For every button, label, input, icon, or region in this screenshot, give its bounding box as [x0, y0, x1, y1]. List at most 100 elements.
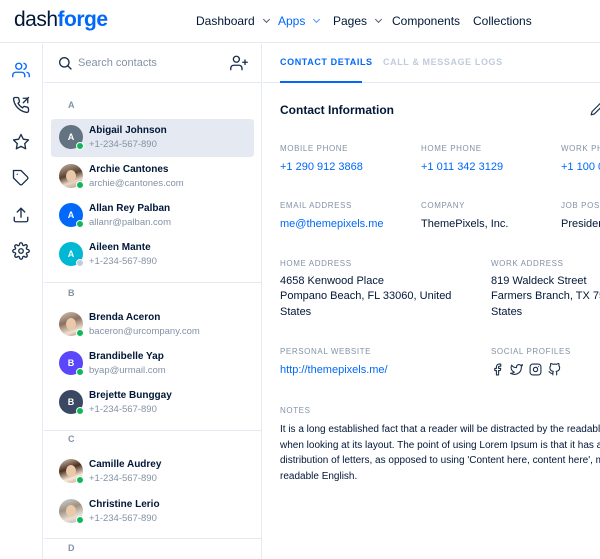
contact-details-panel: CONTACT DETAILS CALL & MESSAGE LOGS Cont…: [263, 44, 600, 559]
top-navbar: dashforge Dashboard Apps Pages Component…: [0, 0, 600, 43]
contact-item[interactable]: B Brandibelle Yap byap@urmail.com: [51, 345, 254, 383]
status-online-indicator: [76, 220, 84, 228]
status-online-indicator: [76, 516, 84, 524]
brand-logo-part1: dash: [14, 8, 58, 31]
facebook-icon[interactable]: [491, 363, 504, 376]
contact-list-panel: A A Abigail Johnson +1-234-567-890 Archi…: [44, 44, 262, 559]
search-input[interactable]: [78, 53, 218, 73]
brand-logo[interactable]: dashforge: [14, 8, 108, 32]
notes-line: distribution of letters, as opposed to u…: [280, 455, 600, 466]
contact-name: Abigail Johnson: [89, 125, 167, 136]
chevron-down-icon: [313, 15, 321, 24]
contact-detail: archie@cantones.com: [89, 178, 184, 189]
social-links: [491, 362, 561, 376]
twitter-icon[interactable]: [510, 363, 523, 376]
tag-icon[interactable]: [12, 169, 30, 187]
nav-pages-label: Pages: [333, 14, 368, 28]
nav-dashboard[interactable]: Dashboard: [196, 14, 270, 28]
divider: [44, 282, 261, 283]
edit-icon[interactable]: [590, 102, 600, 116]
contact-name: Brejette Bunggay: [89, 390, 172, 401]
status-online-indicator: [76, 476, 84, 484]
social-profiles-label: SOCIAL PROFILES: [491, 347, 571, 356]
contact-item[interactable]: A Aileen Mante +1-234-567-890: [51, 236, 254, 274]
work-address-label: WORK ADDRESS: [491, 259, 564, 268]
contact-name: Aileen Mante: [89, 242, 151, 253]
nav-apps[interactable]: Apps: [278, 14, 321, 28]
work-address-line3: States: [491, 306, 523, 318]
nav-components[interactable]: Components: [392, 14, 460, 28]
home-address-line3: States: [280, 306, 312, 318]
contact-detail: +1-234-567-890: [89, 404, 157, 415]
notes-line: It is a long established fact that a rea…: [280, 424, 600, 435]
contact-item[interactable]: Christine Lerio +1-234-567-890: [51, 493, 254, 531]
tab-call-message-logs[interactable]: CALL & MESSAGE LOGS: [383, 57, 503, 67]
nav-collections[interactable]: Collections: [473, 14, 532, 28]
status-online-indicator: [76, 407, 84, 415]
contact-item[interactable]: Archie Cantones archie@cantones.com: [51, 158, 254, 196]
email-label: EMAIL ADDRESS: [280, 201, 352, 210]
brand-logo-part2: forge: [57, 8, 109, 31]
job-position-value: Presiden: [561, 218, 600, 230]
section-title: Contact Information: [280, 103, 394, 117]
user-plus-icon[interactable]: [230, 54, 248, 72]
icon-sidebar: [0, 44, 43, 559]
home-phone-value[interactable]: +1 011 342 3129: [421, 160, 503, 176]
nav-dashboard-label: Dashboard: [196, 14, 255, 28]
contact-item[interactable]: Brenda Aceron baceron@urcompany.com: [51, 306, 254, 344]
work-phone-value[interactable]: +1 100 0: [561, 160, 600, 176]
home-address-line1: 4658 Kenwood Place: [280, 275, 384, 287]
home-address-label: HOME ADDRESS: [280, 259, 352, 268]
upload-icon[interactable]: [12, 206, 30, 224]
email-value[interactable]: me@themepixels.me: [280, 217, 383, 233]
chevron-down-icon: [262, 15, 270, 24]
search-bar: [44, 44, 261, 83]
contact-item[interactable]: A Allan Rey Palban allanr@palban.com: [51, 197, 254, 235]
tab-contact-details[interactable]: CONTACT DETAILS: [280, 57, 373, 67]
status-online-indicator: [76, 368, 84, 376]
work-address-line2: Farmers Branch, TX 752: [491, 290, 600, 302]
contact-detail: baceron@urcompany.com: [89, 326, 200, 337]
home-phone-label: HOME PHONE: [421, 144, 482, 153]
group-label-a: A: [68, 100, 75, 110]
contact-name: Christine Lerio: [89, 499, 160, 510]
group-label-c: C: [68, 434, 75, 444]
website-link[interactable]: http://themepixels.me/: [280, 363, 388, 379]
contact-detail: byap@urmail.com: [89, 365, 166, 376]
contact-detail: +1-234-567-890: [89, 473, 157, 484]
phone-icon[interactable]: [12, 96, 30, 114]
contact-item[interactable]: B Brejette Bunggay +1-234-567-890: [51, 384, 254, 422]
contact-detail: +1-234-567-890: [89, 256, 157, 267]
website-label: PERSONAL WEBSITE: [280, 347, 372, 356]
nav-collections-label: Collections: [473, 14, 532, 28]
notes-text: It is a long established fact that a rea…: [280, 422, 600, 484]
work-phone-label: WORK PHONE: [561, 144, 600, 153]
tab-bar: CONTACT DETAILS CALL & MESSAGE LOGS: [263, 44, 600, 83]
group-label-b: B: [68, 288, 75, 298]
status-offline-indicator: [76, 259, 84, 267]
contact-name: Archie Cantones: [89, 164, 169, 175]
star-icon[interactable]: [12, 133, 30, 151]
company-label: COMPANY: [421, 201, 466, 210]
divider: [44, 430, 261, 431]
mobile-phone-value[interactable]: +1 290 912 3868: [280, 160, 363, 176]
settings-icon[interactable]: [12, 242, 30, 260]
contact-detail: +1-234-567-890: [89, 139, 157, 150]
contact-name: Camille Audrey: [89, 459, 162, 470]
mobile-phone-label: MOBILE PHONE: [280, 144, 349, 153]
notes-line: when looking at its layout. The point of…: [280, 439, 600, 451]
company-value: ThemePixels, Inc.: [421, 218, 509, 230]
notes-label: NOTES: [280, 406, 311, 415]
divider: [44, 538, 261, 539]
users-icon[interactable]: [12, 61, 30, 79]
instagram-icon[interactable]: [529, 363, 542, 376]
active-tab-indicator: [280, 81, 362, 83]
chevron-down-icon: [374, 15, 383, 24]
status-online-indicator: [76, 142, 84, 150]
github-icon[interactable]: [548, 362, 561, 376]
contact-name: Allan Rey Palban: [89, 203, 171, 214]
contact-item[interactable]: Camille Audrey +1-234-567-890: [51, 453, 254, 491]
home-address-line2: Pompano Beach, FL 33060, United: [280, 290, 452, 302]
nav-pages[interactable]: Pages: [333, 14, 383, 28]
contact-item[interactable]: A Abigail Johnson +1-234-567-890: [51, 119, 254, 157]
